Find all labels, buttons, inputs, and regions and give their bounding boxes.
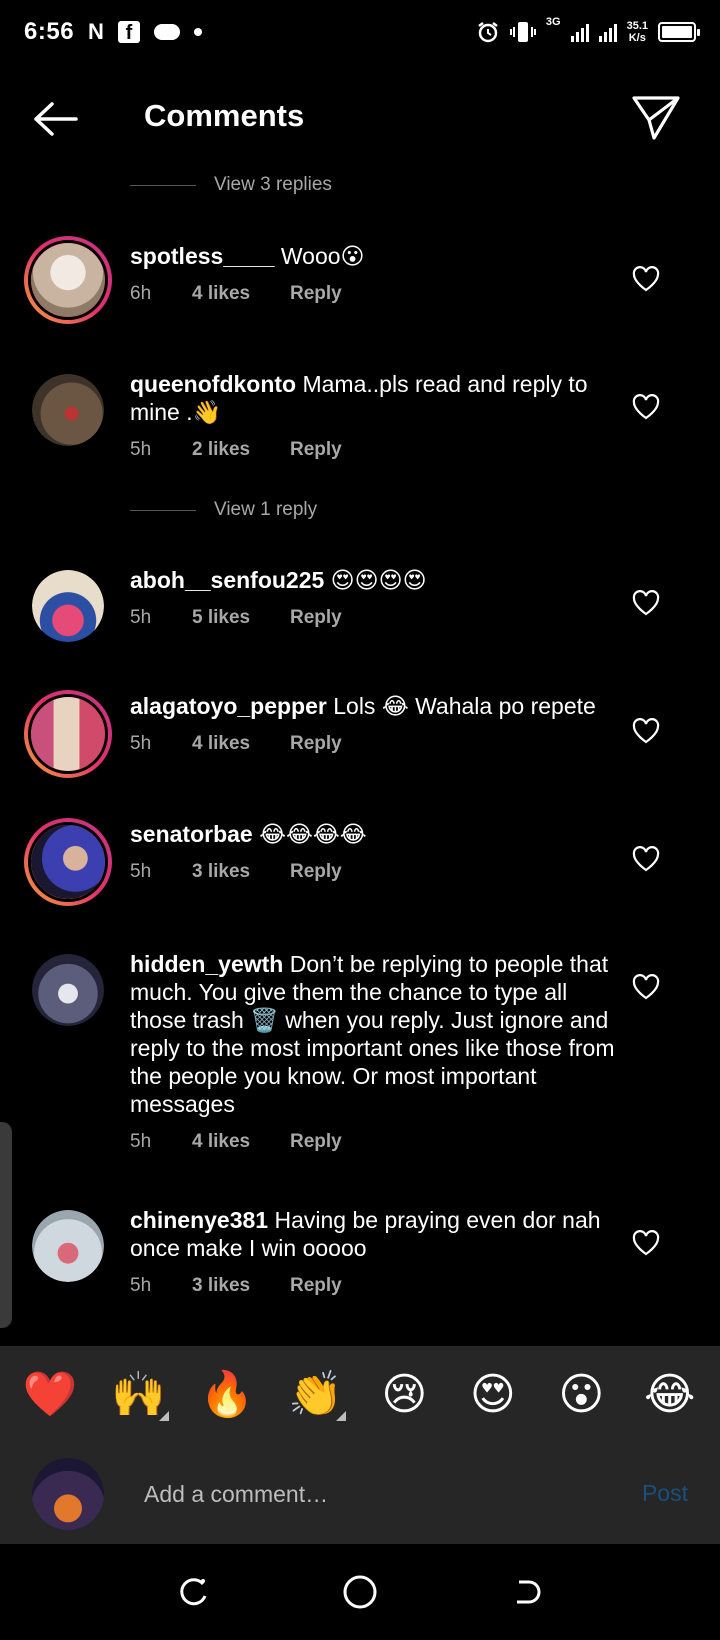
divider-line	[130, 509, 196, 511]
n-app-icon: N	[88, 19, 104, 44]
avatar[interactable]	[32, 1210, 104, 1282]
comment-text: queenofdkonto Mama..pls read and reply t…	[130, 371, 588, 425]
avatar[interactable]	[32, 570, 104, 642]
skin-tone-indicator-icon	[335, 1411, 346, 1421]
signal-icon-2	[598, 22, 617, 42]
view-replies-button[interactable]: View 1 reply	[130, 499, 317, 521]
alarm-icon	[478, 22, 498, 43]
comment-composer: Post	[0, 1444, 720, 1544]
like-heart-icon[interactable]	[632, 718, 660, 744]
avatar[interactable]	[24, 818, 112, 906]
battery-icon	[658, 22, 700, 42]
view-replies-button[interactable]: View 3 replies	[130, 174, 332, 196]
page-title: Comments	[144, 98, 305, 133]
like-heart-icon[interactable]	[632, 394, 660, 420]
username[interactable]: chinenye381	[130, 1207, 268, 1233]
emoji-raised-hands-button[interactable]: 🙌	[101, 1367, 177, 1423]
skin-tone-indicator-icon	[158, 1411, 169, 1421]
view-replies-label: View 1 reply	[214, 499, 318, 520]
comment-text: alagatoyo_pepper Lols 😂 Wahala po repete	[130, 693, 596, 719]
vibrate-icon	[509, 22, 536, 42]
avatar[interactable]	[32, 374, 104, 446]
comment-time: 5h	[130, 439, 152, 460]
reply-button[interactable]: Reply	[290, 604, 342, 632]
send-icon[interactable]	[630, 92, 682, 144]
signal-icon-1	[570, 22, 589, 42]
view-replies-label: View 3 replies	[214, 174, 332, 195]
comment-time: 5h	[130, 861, 152, 882]
reply-button[interactable]: Reply	[290, 280, 342, 308]
comment-time: 5h	[130, 1131, 152, 1152]
avatar[interactable]	[24, 236, 112, 324]
emoji-fire-button[interactable]: 🔥	[189, 1367, 265, 1423]
likes-count[interactable]: 3 likes	[192, 858, 290, 886]
comment-text: spotless____ Wooo😮	[130, 243, 365, 269]
emoji-heart-button[interactable]: ❤️	[12, 1367, 88, 1423]
likes-count[interactable]: 4 likes	[192, 1128, 290, 1156]
divider-line	[130, 184, 196, 186]
comment-time: 5h	[130, 733, 152, 754]
comment-text: chinenye381 Having be praying even dor n…	[130, 1207, 601, 1261]
comment-text: aboh__senfou225 😍😍😍😍	[130, 567, 427, 593]
comment-text: senatorbae 😂😂😂😂	[130, 821, 367, 847]
back-arrow-icon[interactable]	[28, 96, 84, 142]
comment-input[interactable]	[144, 1472, 604, 1516]
username[interactable]: aboh__senfou225	[130, 567, 324, 593]
reply-button[interactable]: Reply	[290, 436, 342, 464]
like-heart-icon[interactable]	[632, 1230, 660, 1256]
username[interactable]: spotless____	[130, 243, 274, 269]
like-heart-icon[interactable]	[632, 846, 660, 872]
facebook-icon: f	[117, 21, 140, 44]
comment-time: 5h	[130, 607, 152, 628]
dot-icon	[193, 28, 202, 36]
comment-time: 6h	[130, 283, 152, 304]
emoji-heart-eyes-button[interactable]: 😍	[455, 1367, 531, 1423]
avatar[interactable]	[24, 690, 112, 778]
likes-count[interactable]: 4 likes	[192, 280, 290, 308]
net-speed: 35.1 K/s	[626, 20, 648, 44]
reply-button[interactable]: Reply	[290, 730, 342, 758]
comment-time: 5h	[130, 1275, 152, 1296]
post-button[interactable]: Post	[642, 1480, 688, 1507]
system-nav-bar	[0, 1544, 720, 1640]
home-icon[interactable]	[340, 1572, 380, 1612]
reply-button[interactable]: Reply	[290, 1128, 342, 1156]
like-heart-icon[interactable]	[632, 974, 660, 1000]
notification-icons: N f	[88, 19, 202, 45]
reply-button[interactable]: Reply	[290, 1272, 342, 1300]
status-bar: 6:56 N f 3G 35.1 K/s	[0, 0, 720, 64]
status-time: 6:56	[24, 18, 75, 45]
my-avatar[interactable]	[32, 1458, 104, 1530]
network-type: 3G	[545, 16, 561, 28]
emoji-laughing-button[interactable]: 😂	[632, 1367, 708, 1423]
username[interactable]: queenofdkonto	[130, 371, 296, 397]
back-nav-icon[interactable]	[507, 1572, 547, 1612]
emoji-crying-button[interactable]: 😢	[366, 1367, 442, 1423]
emoji-clap-button[interactable]: 👏	[278, 1367, 354, 1423]
cloud-icon	[153, 24, 180, 40]
likes-count[interactable]: 3 likes	[192, 1272, 290, 1300]
like-heart-icon[interactable]	[632, 590, 660, 616]
username[interactable]: senatorbae	[130, 821, 253, 847]
likes-count[interactable]: 4 likes	[192, 730, 290, 758]
emoji-quick-bar: ❤️ 🙌 🔥 👏 😢 😍 😮 😂	[0, 1346, 720, 1444]
likes-count[interactable]: 2 likes	[192, 436, 290, 464]
reply-button[interactable]: Reply	[290, 858, 342, 886]
username[interactable]: hidden_yewth	[130, 951, 283, 977]
edge-panel-handle[interactable]	[0, 1122, 12, 1328]
avatar[interactable]	[32, 954, 104, 1026]
username[interactable]: alagatoyo_pepper	[130, 693, 327, 719]
recent-apps-icon[interactable]	[173, 1572, 213, 1612]
like-heart-icon[interactable]	[632, 266, 660, 292]
likes-count[interactable]: 5 likes	[192, 604, 290, 632]
comment-text: hidden_yewth Don’t be replying to people…	[130, 951, 615, 1117]
emoji-surprised-button[interactable]: 😮	[543, 1367, 619, 1423]
header: Comments	[0, 82, 720, 156]
